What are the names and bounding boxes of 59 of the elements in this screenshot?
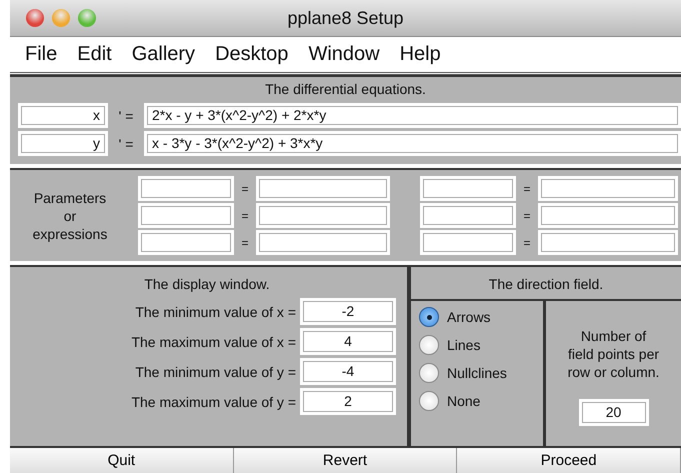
action-button[interactable]: Quit bbox=[10, 448, 234, 473]
section-title: The differential equations. bbox=[265, 81, 426, 97]
menu-item[interactable]: Desktop bbox=[206, 43, 300, 66]
equation-field[interactable]: 2*x - y + 3*(x^2-y^2) + 2*x*y bbox=[144, 103, 681, 128]
parameter-value-field[interactable] bbox=[256, 176, 390, 201]
variable-field[interactable]: y bbox=[18, 131, 108, 156]
parameter-name-field[interactable] bbox=[138, 176, 234, 201]
menu-item[interactable]: Gallery bbox=[122, 43, 206, 66]
parameter-value-field[interactable] bbox=[256, 230, 390, 255]
equals-sign: = bbox=[240, 182, 250, 196]
window-control-icon[interactable] bbox=[78, 9, 96, 27]
value-field[interactable]: 20 bbox=[578, 399, 648, 426]
parameter-value-field[interactable] bbox=[538, 230, 678, 255]
radio-button[interactable] bbox=[419, 307, 439, 327]
parameter-name-field[interactable] bbox=[138, 203, 234, 228]
value-field[interactable]: 4 bbox=[300, 328, 396, 355]
action-button[interactable]: Revert bbox=[234, 448, 458, 473]
parameter-name-field[interactable] bbox=[420, 176, 516, 201]
equals-sign: = bbox=[240, 208, 250, 222]
radio-label[interactable]: None bbox=[447, 393, 480, 409]
window-title: pplane8 Setup bbox=[286, 8, 405, 28]
prime-equals-label: ' = bbox=[118, 108, 134, 124]
variable-field[interactable]: x bbox=[18, 103, 108, 128]
parameter-value-field[interactable] bbox=[538, 176, 678, 201]
parameters-label: Parameters or expressions bbox=[32, 188, 108, 242]
value-field[interactable]: -4 bbox=[300, 358, 396, 385]
prime-equals-label: ' = bbox=[118, 136, 134, 152]
parameter-value-field[interactable] bbox=[256, 203, 390, 228]
equals-sign: = bbox=[522, 236, 532, 250]
parameter-name-field[interactable] bbox=[420, 230, 516, 255]
menu-item[interactable]: File bbox=[16, 43, 68, 66]
parameter-name-field[interactable] bbox=[138, 230, 234, 255]
radio-button[interactable] bbox=[419, 363, 439, 383]
radio-button[interactable] bbox=[419, 335, 439, 355]
value-field[interactable]: -2 bbox=[300, 298, 396, 325]
window-control-icon[interactable] bbox=[26, 9, 44, 27]
menu-item[interactable]: Window bbox=[299, 43, 391, 66]
equals-sign: = bbox=[522, 182, 532, 196]
section-title: The direction field. bbox=[488, 276, 604, 292]
equals-sign: = bbox=[240, 236, 250, 250]
field-label: The maximum value of y = bbox=[131, 394, 296, 410]
action-button[interactable]: Proceed bbox=[457, 448, 681, 473]
radio-label[interactable]: Arrows bbox=[447, 309, 491, 325]
parameter-value-field[interactable] bbox=[538, 203, 678, 228]
radio-label[interactable]: Nullclines bbox=[447, 365, 507, 381]
field-label: The minimum value of y = bbox=[135, 364, 296, 380]
field-label: The minimum value of x = bbox=[135, 304, 296, 320]
parameter-name-field[interactable] bbox=[420, 203, 516, 228]
section-title: The display window. bbox=[144, 276, 270, 292]
field-points-label: Number of field points per row or column. bbox=[568, 327, 660, 381]
value-field[interactable]: 2 bbox=[300, 388, 396, 415]
radio-label[interactable]: Lines bbox=[447, 337, 480, 353]
radio-button[interactable] bbox=[419, 391, 439, 411]
menu-item[interactable]: Edit bbox=[68, 43, 123, 66]
equals-sign: = bbox=[522, 208, 532, 222]
window-control-icon[interactable] bbox=[52, 9, 70, 27]
field-label: The maximum value of x = bbox=[131, 334, 296, 350]
menu-item[interactable]: Help bbox=[390, 43, 452, 66]
equation-field[interactable]: x - 3*y - 3*(x^2-y^2) + 3*x*y bbox=[144, 131, 681, 156]
